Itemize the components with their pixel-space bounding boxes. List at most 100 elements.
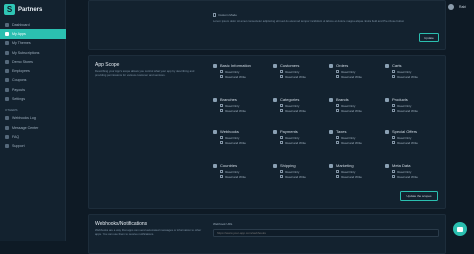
scope-group-header: Taxes	[329, 128, 383, 135]
scope-group-name: Marketing	[336, 163, 354, 168]
themes-icon	[5, 41, 9, 46]
update-scopes-button[interactable]: Update the scopes	[400, 191, 438, 201]
chat-button[interactable]	[453, 222, 467, 236]
scope-group-name: Categories	[280, 97, 300, 102]
update-button[interactable]: Update	[419, 33, 439, 42]
sidebar-item-message-center[interactable]: Message Center	[0, 123, 66, 132]
checkbox-icon	[280, 135, 284, 140]
scope-option-checkbox[interactable]: Read and Write	[273, 74, 327, 79]
scope-group-header: Orders	[329, 62, 383, 69]
brand-name: Partners	[18, 6, 43, 13]
scope-group: Categories Read Only Read and Write	[273, 96, 327, 126]
sidebar-item-my-themes[interactable]: My Themes	[0, 39, 66, 48]
checkbox-icon	[392, 108, 396, 113]
apps-icon	[5, 31, 9, 36]
scope-group-header: Payments	[273, 128, 327, 135]
scope-group: Brands Read Only Read and Write	[329, 96, 383, 126]
scope-group-header: Categories	[273, 96, 327, 103]
scope-option-checkbox[interactable]: Read and Write	[213, 108, 267, 113]
webhooks-title: Webhooks/Notifications	[95, 221, 148, 227]
sidebar-item-dashboard[interactable]: Dashboard	[0, 20, 66, 29]
sidebar-nav: Dashboard My Apps My Themes My Subscript…	[0, 20, 66, 151]
custom-mode-checkbox[interactable]: Custom Mode	[213, 13, 237, 17]
sidebar-item-label: Payouts	[12, 87, 25, 92]
scope-option-checkbox[interactable]: Read and Write	[273, 140, 327, 145]
checkbox-icon	[336, 103, 340, 108]
scope-group-header: Meta Data	[385, 162, 439, 169]
scope-option-label: Read and Write	[341, 174, 362, 179]
payments-icon	[273, 129, 277, 134]
scope-option-label: Read Only	[397, 135, 412, 140]
webhook-url-label: Webhook URL	[213, 222, 233, 226]
checkbox-icon	[336, 108, 340, 113]
scope-option-label: Read and Write	[285, 74, 306, 79]
employees-icon	[5, 69, 9, 74]
settings-description: Lorem ipsum dolor sit amet consectetur a…	[213, 19, 405, 23]
checkbox-icon	[392, 69, 396, 74]
scope-option-checkbox[interactable]: Read and Write	[329, 140, 383, 145]
scope-option-label: Read Only	[285, 135, 300, 140]
scope-option-checkbox[interactable]: Read and Write	[385, 174, 439, 179]
sidebar-item-demo-stores[interactable]: Demo Stores	[0, 57, 66, 66]
webhook-url-input[interactable]	[213, 229, 439, 237]
avatar[interactable]	[448, 4, 455, 10]
scope-group-header: Basic Information	[213, 62, 267, 69]
scope-option-label: Read and Write	[285, 140, 306, 145]
app-settings-card: Custom Mode Lorem ipsum dolor sit amet c…	[88, 0, 446, 50]
scope-option-checkbox[interactable]: Read and Write	[385, 140, 439, 145]
sidebar-item-support[interactable]: Support	[0, 142, 66, 151]
checkbox-icon	[336, 174, 340, 179]
webhooks-icon	[213, 129, 217, 134]
scope-group-name: Meta Data	[392, 163, 411, 168]
scope-option-checkbox[interactable]: Read and Write	[213, 174, 267, 179]
scope-group-header: Brands	[329, 96, 383, 103]
scope-option-label: Read Only	[225, 103, 240, 108]
sidebar-item-my-subscriptions[interactable]: My Subscriptions	[0, 48, 66, 57]
sidebar-item-my-apps[interactable]: My Apps	[0, 29, 66, 39]
scope-option-label: Read Only	[397, 69, 412, 74]
payout-icon	[5, 87, 9, 92]
checkbox-icon	[213, 13, 217, 17]
scope-group-header: Webhooks	[213, 128, 267, 135]
scope-option-checkbox[interactable]: Read and Write	[213, 140, 267, 145]
scope-group-name: Payments	[280, 129, 298, 134]
scope-group: Shipping Read Only Read and Write	[273, 162, 327, 192]
scope-option-label: Read Only	[397, 103, 412, 108]
info-icon	[213, 63, 217, 68]
scope-option-checkbox[interactable]: Read and Write	[273, 108, 327, 113]
scope-option-label: Read Only	[225, 135, 240, 140]
scope-option-label: Read and Write	[397, 108, 418, 113]
sidebar-item-faq[interactable]: FAQ	[0, 132, 66, 141]
checkbox-icon	[392, 174, 396, 179]
scope-option-checkbox[interactable]: Read and Write	[213, 74, 267, 79]
scope-option-checkbox[interactable]: Read and Write	[273, 174, 327, 179]
coupon-icon	[5, 78, 9, 83]
settings-icon	[5, 97, 9, 102]
user-name[interactable]: Rabi	[459, 5, 466, 9]
scope-option-label: Read Only	[397, 169, 412, 174]
countries-icon	[213, 163, 217, 168]
checkbox-icon	[220, 69, 224, 74]
sidebar-item-employees[interactable]: Employees	[0, 66, 66, 75]
scope-option-label: Read and Write	[285, 174, 306, 179]
scope-group-name: Products	[392, 97, 408, 102]
sidebar-item-settings[interactable]: Settings	[0, 94, 66, 103]
products-icon	[385, 97, 389, 102]
scope-option-checkbox[interactable]: Read and Write	[329, 74, 383, 79]
checkbox-label: Custom Mode	[218, 13, 237, 17]
sidebar-item-payouts[interactable]: Payouts	[0, 85, 66, 94]
scope-group-name: Taxes	[336, 129, 347, 134]
scope-group-header: Customers	[273, 62, 327, 69]
scope-option-label: Read Only	[341, 69, 356, 74]
scope-option-checkbox[interactable]: Read and Write	[329, 174, 383, 179]
checkbox-icon	[392, 169, 396, 174]
scope-option-checkbox[interactable]: Read and Write	[385, 108, 439, 113]
scope-option-checkbox[interactable]: Read and Write	[329, 108, 383, 113]
scope-option-label: Read and Write	[285, 108, 306, 113]
scope-group: Carts Read Only Read and Write	[385, 62, 439, 92]
sidebar-item-coupons[interactable]: Coupons	[0, 76, 66, 85]
checkbox-icon	[392, 74, 396, 79]
scope-option-checkbox[interactable]: Read and Write	[385, 74, 439, 79]
sidebar-item-webhooks-log[interactable]: Webhooks Log	[0, 114, 66, 123]
brand[interactable]: S Partners	[4, 4, 42, 15]
